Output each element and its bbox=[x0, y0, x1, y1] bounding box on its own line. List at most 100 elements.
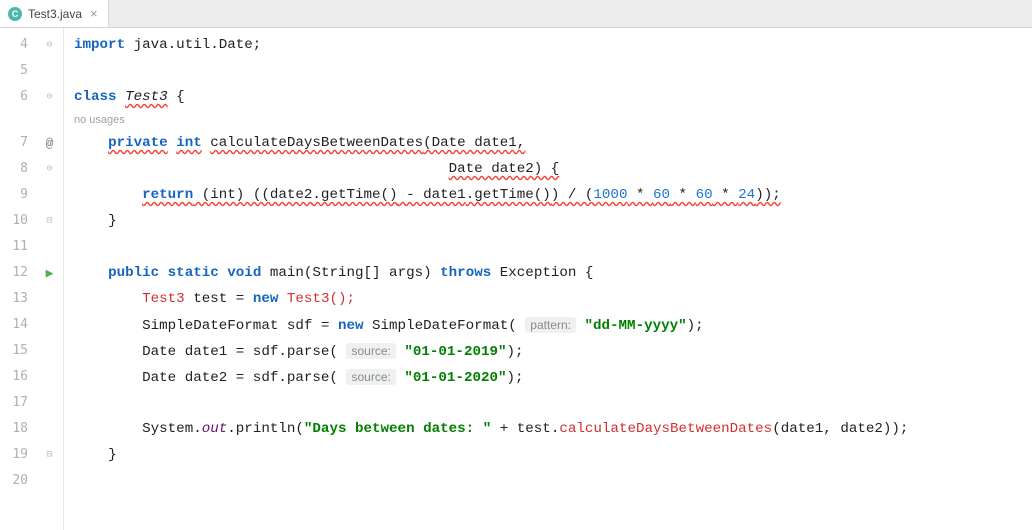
fold-close-icon[interactable]: ⊟ bbox=[37, 208, 63, 234]
code-line[interactable]: SimpleDateFormat sdf = new SimpleDateFor… bbox=[74, 312, 1032, 338]
tab-bar: C Test3.java × bbox=[0, 0, 1032, 28]
keyword-import: import bbox=[74, 37, 125, 53]
keyword-public: public bbox=[108, 265, 159, 281]
code-line[interactable]: class Test3 { bbox=[74, 84, 1032, 110]
code-line[interactable]: return (int) ((date2.getTime() - date1.g… bbox=[74, 182, 1032, 208]
string-literal: "01-01-2019" bbox=[404, 344, 506, 360]
method-call: .println( bbox=[227, 421, 304, 437]
op: * bbox=[713, 187, 739, 203]
param-list: Date date2) { bbox=[449, 161, 560, 177]
code-line[interactable]: public static void main(String[] args) t… bbox=[74, 260, 1032, 286]
param-hint: source: bbox=[346, 369, 395, 385]
code-line[interactable]: Test3 test = new Test3(); bbox=[74, 286, 1032, 312]
line-number: 15 bbox=[0, 338, 36, 364]
method-name: calculateDaysBetweenDates bbox=[210, 135, 423, 151]
constructor-call: SimpleDateFormat( bbox=[364, 318, 517, 334]
close: ); bbox=[507, 344, 524, 360]
line-number: 4 bbox=[0, 32, 36, 58]
param-hint: pattern: bbox=[525, 317, 576, 333]
code-line[interactable] bbox=[74, 234, 1032, 260]
code-line[interactable] bbox=[74, 468, 1032, 494]
code-line[interactable]: import java.util.Date; bbox=[74, 32, 1032, 58]
string-literal: "dd-MM-yyyy" bbox=[584, 318, 686, 334]
var-decl: test = bbox=[185, 291, 253, 307]
brace: } bbox=[108, 213, 117, 229]
string-literal: "Days between dates: " bbox=[304, 421, 491, 437]
line-number: 11 bbox=[0, 234, 36, 260]
code-line[interactable]: Date date2 = sdf.parse( source: "01-01-2… bbox=[74, 364, 1032, 390]
code-area[interactable]: import java.util.Date; class Test3 { no … bbox=[64, 28, 1032, 530]
fold-handle-icon[interactable]: ⊖ bbox=[37, 156, 63, 182]
code-line[interactable]: Date date2) { bbox=[74, 156, 1032, 182]
type-ref-error: Test3 bbox=[142, 291, 185, 307]
line-number: 12 bbox=[0, 260, 36, 286]
string-literal: "01-01-2020" bbox=[404, 370, 506, 386]
param-list: (Date date1, bbox=[423, 135, 525, 151]
line-number: 14 bbox=[0, 312, 36, 338]
code-line[interactable]: private int calculateDaysBetweenDates(Da… bbox=[74, 130, 1032, 156]
keyword-new: new bbox=[338, 318, 364, 334]
code-line[interactable]: Date date1 = sdf.parse( source: "01-01-2… bbox=[74, 338, 1032, 364]
keyword-return: return bbox=[142, 187, 193, 203]
class-ref: System. bbox=[142, 421, 202, 437]
op: * bbox=[627, 187, 653, 203]
keyword-private: private bbox=[108, 135, 168, 151]
number-literal: 60 bbox=[653, 187, 670, 203]
line-number: 7 bbox=[0, 130, 36, 156]
expr: ) / ( bbox=[551, 187, 594, 203]
method-call: .getTime() bbox=[466, 187, 551, 203]
method-name: main bbox=[270, 265, 304, 281]
tab-test3[interactable]: C Test3.java × bbox=[0, 0, 109, 27]
tab-filename: Test3.java bbox=[28, 7, 82, 21]
code-line[interactable]: } bbox=[74, 442, 1032, 468]
line-number: 20 bbox=[0, 468, 36, 494]
method-call: .getTime() bbox=[312, 187, 397, 203]
brace: } bbox=[108, 447, 117, 463]
editor[interactable]: 4 5 6 7 8 9 10 11 12 13 14 15 16 17 18 1… bbox=[0, 28, 1032, 530]
keyword-static: static bbox=[168, 265, 219, 281]
code-line[interactable]: System.out.println("Days between dates: … bbox=[74, 416, 1032, 442]
line-number: 17 bbox=[0, 390, 36, 416]
line-number: 13 bbox=[0, 286, 36, 312]
code-line[interactable] bbox=[74, 58, 1032, 84]
class-name: Test3 bbox=[125, 89, 168, 105]
usages-hint[interactable]: no usages bbox=[74, 110, 1032, 130]
line-number: 6 bbox=[0, 84, 36, 110]
close-icon[interactable]: × bbox=[88, 6, 100, 21]
keyword-int: int bbox=[176, 135, 202, 151]
arg-list: (date1, date2)); bbox=[772, 421, 908, 437]
var-decl: Date date1 = sdf.parse( bbox=[142, 344, 338, 360]
line-number: 5 bbox=[0, 58, 36, 84]
keyword-throws: throws bbox=[440, 265, 491, 281]
keyword-void: void bbox=[227, 265, 261, 281]
fold-handle-icon[interactable]: ⊖ bbox=[37, 84, 63, 110]
param-hint: source: bbox=[346, 343, 395, 359]
fold-handle-icon[interactable]: ⊖ bbox=[37, 32, 63, 58]
line-number: 10 bbox=[0, 208, 36, 234]
number-literal: 60 bbox=[696, 187, 713, 203]
param-list: (String[] args) bbox=[304, 265, 440, 281]
fold-close-icon[interactable]: ⊟ bbox=[37, 442, 63, 468]
close: ); bbox=[687, 318, 704, 334]
override-icon[interactable]: @ bbox=[46, 136, 54, 151]
java-class-icon: C bbox=[8, 7, 22, 21]
method-call-error: calculateDaysBetweenDates bbox=[559, 421, 772, 437]
static-field: out bbox=[202, 421, 228, 437]
line-number: 16 bbox=[0, 364, 36, 390]
gutter-line-numbers: 4 5 6 7 8 9 10 11 12 13 14 15 16 17 18 1… bbox=[0, 28, 36, 530]
op: * bbox=[670, 187, 696, 203]
var-decl: SimpleDateFormat sdf = bbox=[142, 318, 338, 334]
expr: (int) ((date2 bbox=[193, 187, 312, 203]
throws-type: Exception { bbox=[491, 265, 593, 281]
expr-end: )); bbox=[755, 187, 781, 203]
code-line[interactable] bbox=[74, 390, 1032, 416]
code-line[interactable]: } bbox=[74, 208, 1032, 234]
keyword-class: class bbox=[74, 89, 117, 105]
expr: - date1 bbox=[398, 187, 466, 203]
run-icon[interactable]: ▶ bbox=[46, 266, 54, 281]
close: ); bbox=[507, 370, 524, 386]
expr: + test. bbox=[491, 421, 559, 437]
var-decl: Date date2 = sdf.parse( bbox=[142, 370, 338, 386]
constructor-call-error: Test3(); bbox=[278, 291, 355, 307]
import-path: java.util.Date; bbox=[125, 37, 261, 53]
